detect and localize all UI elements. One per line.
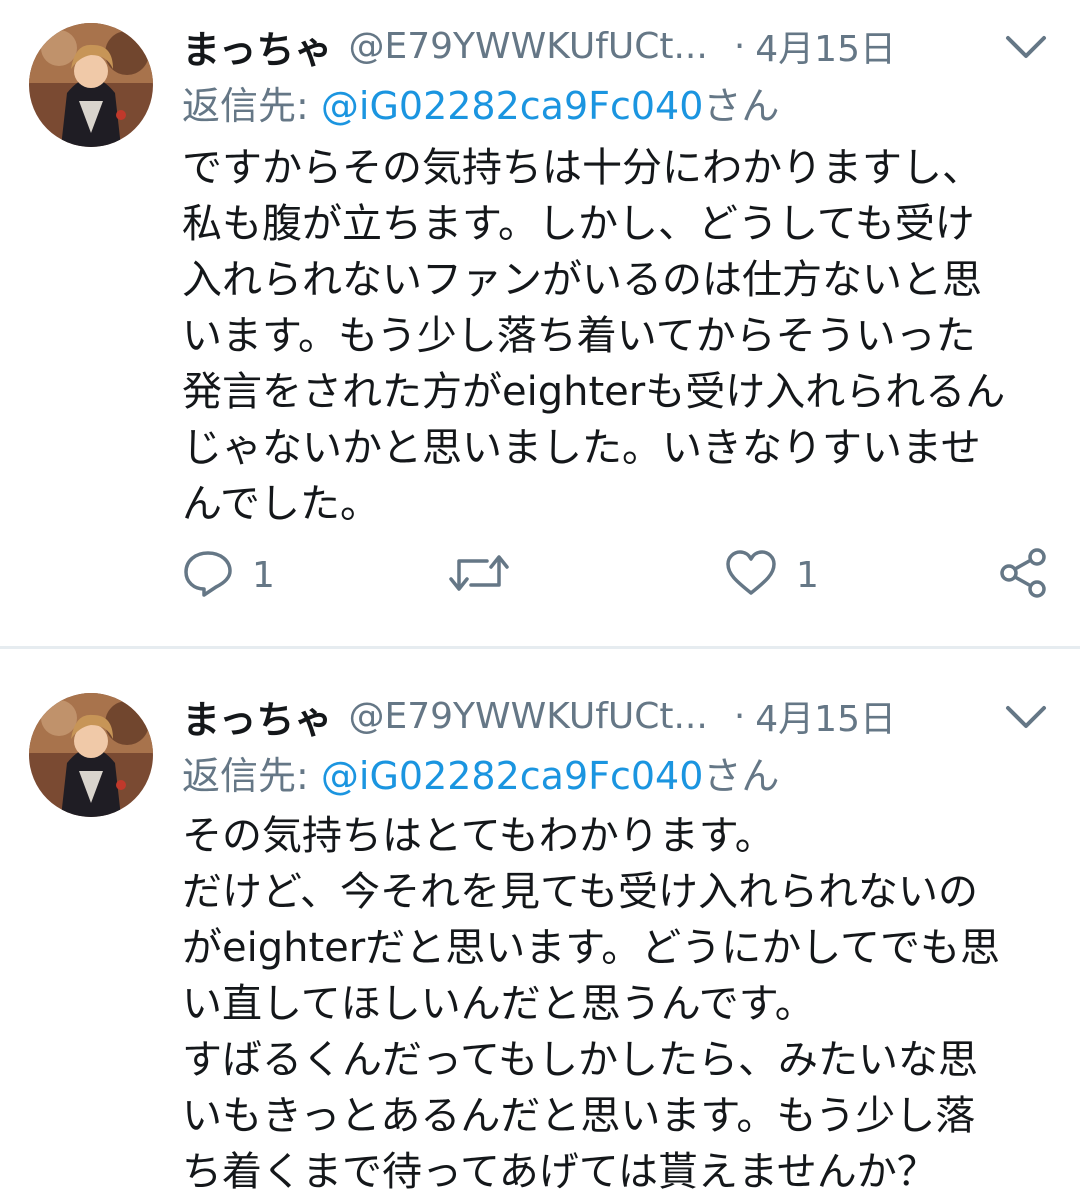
reply-button[interactable]: 1 — [182, 545, 275, 605]
user-handle[interactable]: @E79YWWKUfUCt... — [348, 696, 707, 737]
tweet-divider — [0, 646, 1080, 649]
like-button[interactable]: 1 — [724, 545, 819, 605]
tweet-header: まっちゃ @E79YWWKUfUCt... · 4月15日 — [182, 16, 1060, 76]
user-handle[interactable]: @E79YWWKUfUCt... — [348, 26, 707, 67]
reply-mention-link[interactable]: @iG02282ca9Fc040 — [321, 84, 704, 128]
reply-mention-link[interactable]: @iG02282ca9Fc040 — [321, 754, 704, 798]
heart-icon — [724, 547, 778, 603]
tweet-text: その気持ちはとてもわかります。 だけど、今それを見ても受け入れられないの がei… — [182, 813, 1001, 1189]
tweet[interactable]: まっちゃ @E79YWWKUfUCt... · 4月15日 返信先: @iG02… — [0, 650, 1080, 1189]
reply-count: 1 — [252, 554, 275, 596]
tweet[interactable]: まっちゃ @E79YWWKUfUCt... · 4月15日 返信先: @iG02… — [0, 0, 1080, 646]
tweet-header: まっちゃ @E79YWWKUfUCt... · 4月15日 — [182, 686, 1060, 746]
separator-dot: · — [733, 25, 746, 67]
reply-to-line: 返信先: @iG02282ca9Fc040さん — [182, 748, 1060, 804]
reply-to-line: 返信先: @iG02282ca9Fc040さん — [182, 78, 1060, 134]
like-count: 1 — [796, 554, 819, 596]
tweet-date[interactable]: 4月15日 — [755, 20, 896, 72]
tweet-date[interactable]: 4月15日 — [755, 690, 896, 742]
separator-dot: · — [733, 695, 746, 737]
tweet-text: ですからその気持ちは十分にわかりますし、 私も腹が立ちます。しかし、どうしても受… — [182, 145, 1006, 527]
display-name[interactable]: まっちゃ — [182, 19, 332, 74]
chevron-down-icon[interactable] — [1000, 698, 1052, 738]
reply-prefix: 返信先: — [182, 754, 321, 798]
tweet-actions: 1 1 — [182, 545, 1057, 605]
avatar[interactable] — [29, 693, 153, 817]
chevron-down-icon[interactable] — [1000, 28, 1052, 68]
retweet-icon — [447, 547, 511, 603]
avatar[interactable] — [29, 23, 153, 147]
tweet-feed: まっちゃ @E79YWWKUfUCt... · 4月15日 返信先: @iG02… — [0, 0, 1080, 1189]
display-name[interactable]: まっちゃ — [182, 689, 332, 744]
reply-bubble-icon — [182, 547, 234, 603]
reply-suffix: さん — [703, 84, 780, 128]
reply-prefix: 返信先: — [182, 84, 321, 128]
reply-suffix: さん — [703, 754, 780, 798]
share-icon — [997, 546, 1051, 604]
share-button[interactable] — [997, 545, 1051, 605]
retweet-button[interactable] — [447, 545, 511, 605]
